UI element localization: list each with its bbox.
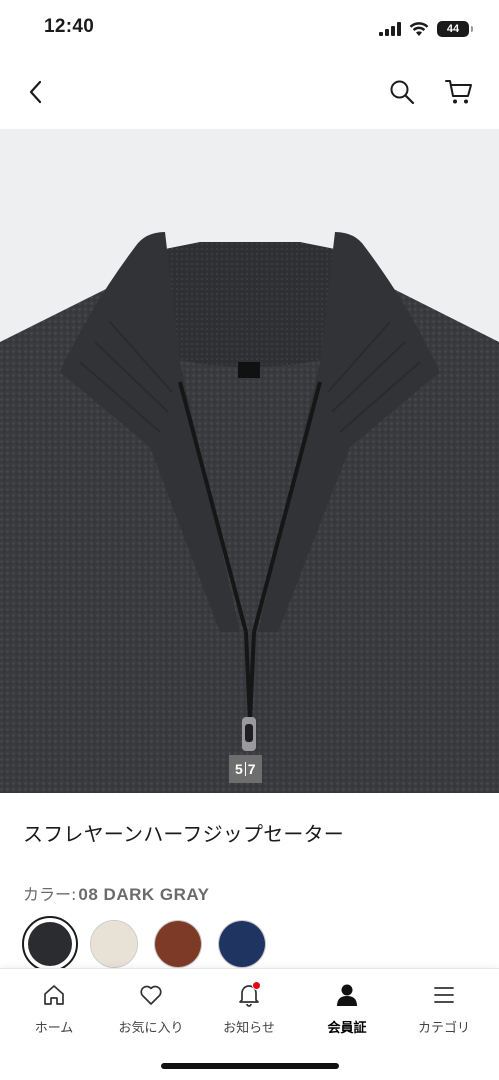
color-label: カラー: bbox=[23, 885, 77, 904]
tab-favorites-label: お気に入り bbox=[118, 1021, 184, 1036]
tab-favorites[interactable]: お気に入り bbox=[106, 981, 196, 1041]
tab-category-label: カテゴリ bbox=[417, 1021, 470, 1036]
cart-button[interactable] bbox=[443, 76, 475, 108]
tab-notifications-label: お知らせ bbox=[223, 1021, 275, 1036]
status-icons: 44 bbox=[379, 19, 473, 39]
search-icon bbox=[390, 80, 415, 105]
heart-icon bbox=[137, 981, 165, 1009]
battery-icon: 44 bbox=[437, 21, 473, 37]
tab-category[interactable]: カテゴリ bbox=[399, 981, 489, 1041]
product-image bbox=[0, 232, 499, 793]
member-icon bbox=[333, 981, 361, 1009]
menu-icon bbox=[430, 981, 458, 1009]
page-separator bbox=[244, 762, 246, 776]
tab-home-label: ホーム bbox=[34, 1021, 74, 1036]
color-value: 08 DARK GRAY bbox=[78, 885, 210, 904]
product-image-carousel[interactable]: 5 7 bbox=[0, 129, 499, 793]
swatch-fill bbox=[219, 921, 265, 967]
notification-badge bbox=[252, 981, 261, 990]
home-icon bbox=[40, 981, 68, 1009]
tab-notifications[interactable]: お知らせ bbox=[204, 981, 294, 1041]
bell-icon bbox=[235, 981, 263, 1009]
battery-level: 44 bbox=[446, 23, 460, 35]
wifi-icon bbox=[409, 21, 429, 36]
image-page-current: 5 bbox=[235, 761, 243, 777]
tab-membership-label: 会員証 bbox=[327, 1021, 367, 1036]
nav-bar bbox=[0, 56, 499, 128]
home-indicator bbox=[161, 1063, 339, 1069]
back-button[interactable] bbox=[20, 76, 52, 108]
status-bar: 12:40 44 bbox=[0, 0, 499, 56]
signal-icon bbox=[379, 22, 401, 36]
product-title: スフレヤーンハーフジップセーター bbox=[23, 822, 344, 846]
swatch-fill bbox=[155, 921, 201, 967]
color-swatch[interactable] bbox=[90, 920, 138, 968]
color-swatches bbox=[22, 916, 282, 974]
tab-home[interactable]: ホーム bbox=[9, 981, 99, 1041]
chevron-left-icon bbox=[29, 80, 42, 104]
image-page-indicator: 5 7 bbox=[229, 755, 262, 783]
swatch-fill bbox=[28, 922, 72, 966]
search-button[interactable] bbox=[386, 76, 418, 108]
color-swatch-selected[interactable] bbox=[22, 916, 78, 972]
swatch-fill bbox=[91, 921, 137, 967]
cart-icon bbox=[445, 80, 472, 104]
tab-membership[interactable]: 会員証 bbox=[302, 981, 392, 1041]
color-line: カラー: 08 DARK GRAY bbox=[23, 881, 209, 905]
status-time: 12:40 bbox=[44, 16, 95, 37]
image-page-total: 7 bbox=[247, 761, 256, 777]
color-swatch[interactable] bbox=[154, 920, 202, 968]
color-swatch[interactable] bbox=[218, 920, 266, 968]
